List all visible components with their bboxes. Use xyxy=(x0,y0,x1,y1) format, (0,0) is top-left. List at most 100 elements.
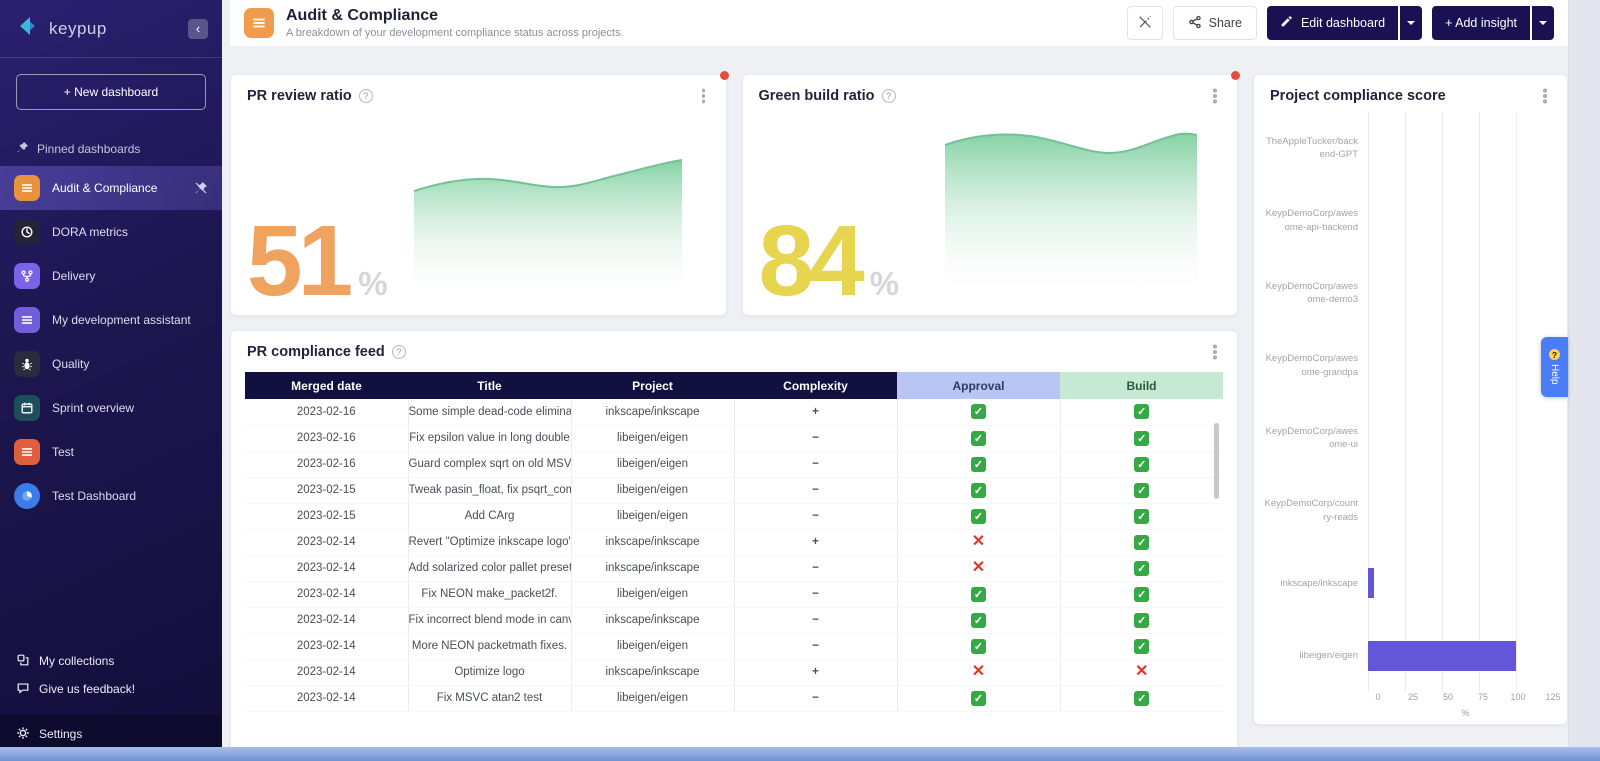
chevron-down-icon xyxy=(1539,21,1547,25)
help-circle-icon[interactable] xyxy=(392,345,406,359)
bar-row: libeigen/eigen xyxy=(1264,620,1553,693)
page-scrollbar-rail[interactable] xyxy=(1568,0,1600,761)
add-insight-button[interactable]: + Add insight xyxy=(1432,6,1530,40)
sidebar-item-quality[interactable]: Quality xyxy=(0,342,222,386)
pr-compliance-feed-card: PR compliance feed Merged date Title Pro… xyxy=(230,330,1238,761)
kebab-icon xyxy=(702,94,706,98)
sidebar-item-audit-compliance[interactable]: Audit & Compliance xyxy=(0,166,222,210)
cell-title: Revert "Optimize inkscape logo" xyxy=(408,529,571,555)
column-header-title: Title xyxy=(408,372,571,399)
cell-title: Fix MSVC atan2 test xyxy=(408,685,571,711)
table-row[interactable]: 2023-02-14 More NEON packetmath fixes. l… xyxy=(245,633,1223,659)
project-compliance-score-card: Project compliance score TheAppleTucker/… xyxy=(1253,74,1568,725)
bar-plot-area xyxy=(1368,620,1553,693)
cell-approval xyxy=(897,451,1060,477)
table-row[interactable]: 2023-02-14 Revert "Optimize inkscape log… xyxy=(245,529,1223,555)
card-menu-button[interactable] xyxy=(1207,344,1223,360)
cell-title: Fix NEON make_packet2f. xyxy=(408,581,571,607)
table-row[interactable]: 2023-02-14 Fix MSVC atan2 test libeigen/… xyxy=(245,685,1223,711)
cell-build xyxy=(1060,477,1223,503)
page-header: Audit & Compliance A breakdown of your d… xyxy=(230,0,1568,46)
sidebar-footer: My collections Give us feedback! xyxy=(0,647,222,707)
gear-icon xyxy=(16,726,30,743)
help-tab[interactable]: Help xyxy=(1541,337,1568,397)
cell-project: inkscape/inkscape xyxy=(571,659,734,685)
sidebar-item-my-development-assistant[interactable]: My development assistant xyxy=(0,298,222,342)
table-row[interactable]: 2023-02-14 Fix incorrect blend mode in c… xyxy=(245,607,1223,633)
cell-approval xyxy=(897,477,1060,503)
notification-dot xyxy=(720,71,729,80)
magic-wand-toggle-button[interactable] xyxy=(1127,6,1163,40)
table-row[interactable]: 2023-02-16 Fix epsilon value in long dou… xyxy=(245,425,1223,451)
kebab-icon xyxy=(1213,94,1217,98)
cell-complexity: − xyxy=(734,633,897,659)
cell-approval xyxy=(897,607,1060,633)
edit-dashboard-button[interactable]: Edit dashboard xyxy=(1267,6,1398,40)
cell-build xyxy=(1060,399,1223,425)
dashboard-icon xyxy=(244,8,274,38)
cell-complexity: + xyxy=(734,659,897,685)
cell-project: libeigen/eigen xyxy=(571,477,734,503)
table-row[interactable]: 2023-02-14 Optimize logo inkscape/inksca… xyxy=(245,659,1223,685)
table-row[interactable]: 2023-02-14 Add solarized color pallet pr… xyxy=(245,555,1223,581)
share-button[interactable]: Share xyxy=(1173,6,1257,40)
kpi-value: 51% xyxy=(247,211,388,311)
share-icon xyxy=(1188,15,1202,32)
build-status-icon xyxy=(1134,613,1149,628)
header-actions: Share Edit dashboard + Add insight xyxy=(1127,6,1554,40)
bar[interactable] xyxy=(1368,641,1516,671)
bar-row: KeypDemoCorp/awesome-ui xyxy=(1264,402,1553,475)
branch-icon xyxy=(14,263,40,289)
area-sparkline xyxy=(945,123,1197,301)
sidebar-item-dora-metrics[interactable]: DORA metrics xyxy=(0,210,222,254)
feedback-link[interactable]: Give us feedback! xyxy=(0,675,222,703)
card-menu-button[interactable] xyxy=(696,88,712,104)
card-menu-button[interactable] xyxy=(1537,88,1553,104)
table-row[interactable]: 2023-02-14 Fix NEON make_packet2f. libei… xyxy=(245,581,1223,607)
cell-approval xyxy=(897,425,1060,451)
cell-approval xyxy=(897,659,1060,685)
unpin-icon[interactable] xyxy=(194,181,208,195)
pin-icon xyxy=(16,141,29,157)
edit-dashboard-dropdown-button[interactable] xyxy=(1400,6,1422,40)
column-header-merged-date: Merged date xyxy=(245,372,408,399)
bar-row: KeypDemoCorp/awesome-grandpa xyxy=(1264,330,1553,403)
table-row[interactable]: 2023-02-16 Some simple dead-code elimina… xyxy=(245,399,1223,425)
x-axis: 0255075100125 % xyxy=(1378,692,1553,718)
approval-status-icon xyxy=(971,587,986,602)
table-row[interactable]: 2023-02-15 Add CArg libeigen/eigen − xyxy=(245,503,1223,529)
table-row[interactable]: 2023-02-15 Tweak pasin_float, fix psqrt_… xyxy=(245,477,1223,503)
cell-build xyxy=(1060,633,1223,659)
collapse-sidebar-button[interactable]: ‹ xyxy=(188,19,208,39)
help-circle-icon[interactable] xyxy=(359,89,373,103)
cell-title: Some simple dead-code elimina xyxy=(408,399,571,425)
pr-compliance-table: Merged date Title Project Complexity App… xyxy=(245,372,1223,712)
pr-review-ratio-card: PR review ratio 51% xyxy=(230,74,727,316)
card-title: PR review ratio xyxy=(247,88,352,104)
table-scrollbar[interactable] xyxy=(1214,423,1219,499)
chat-icon xyxy=(16,681,30,698)
x-tick-label: 100 xyxy=(1510,692,1525,702)
sidebar-item-sprint-overview[interactable]: Sprint overview xyxy=(0,386,222,430)
cell-build xyxy=(1060,425,1223,451)
help-circle-icon[interactable] xyxy=(882,89,896,103)
bar-row: TheAppleTucker/backend-GPT xyxy=(1264,112,1553,185)
cell-approval xyxy=(897,633,1060,659)
sidebar-item-test-dashboard[interactable]: Test Dashboard xyxy=(0,474,222,518)
my-collections-link[interactable]: My collections xyxy=(0,647,222,675)
bar-label: KeypDemoCorp/awesome-api-backend xyxy=(1264,207,1368,234)
table-row[interactable]: 2023-02-16 Guard complex sqrt on old MSV… xyxy=(245,451,1223,477)
cell-title: Optimize logo xyxy=(408,659,571,685)
add-insight-dropdown-button[interactable] xyxy=(1532,6,1554,40)
pie-chart-icon xyxy=(14,483,40,509)
kpi-value: 84% xyxy=(759,211,900,311)
cell-title: Add solarized color pallet preset xyxy=(408,555,571,581)
card-menu-button[interactable] xyxy=(1207,88,1223,104)
bar-plot-area xyxy=(1368,112,1553,185)
sidebar-item-test[interactable]: Test xyxy=(0,430,222,474)
bar[interactable] xyxy=(1368,568,1374,598)
cell-complexity: − xyxy=(734,425,897,451)
sidebar-item-delivery[interactable]: Delivery xyxy=(0,254,222,298)
cell-merged-date: 2023-02-14 xyxy=(245,685,408,711)
new-dashboard-button[interactable]: + New dashboard xyxy=(16,74,206,110)
